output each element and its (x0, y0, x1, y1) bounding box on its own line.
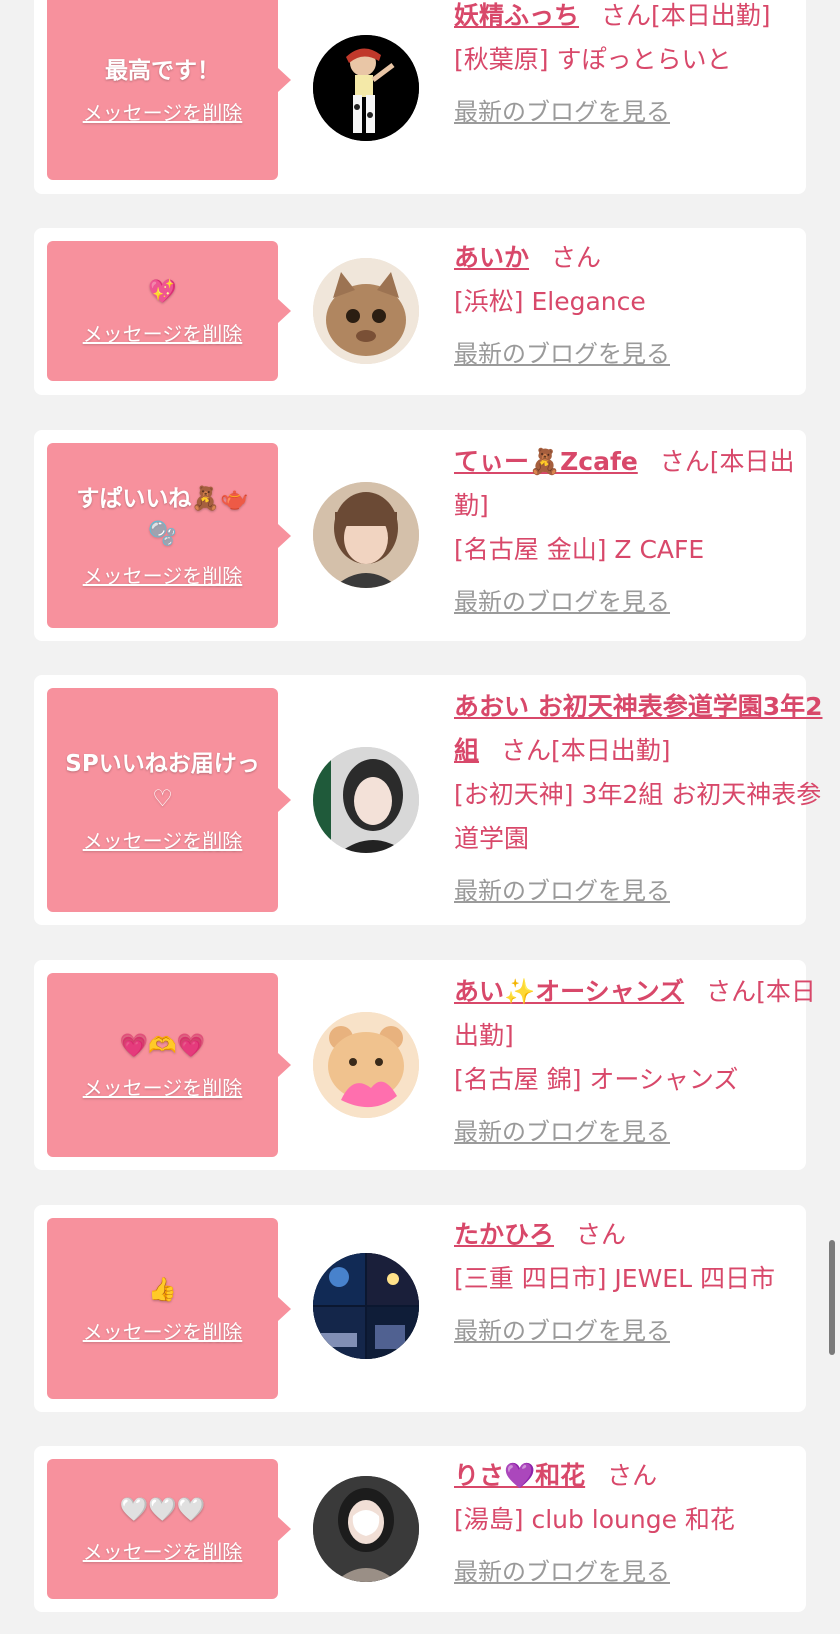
message-text: 💖 (148, 279, 177, 305)
delete-message-link[interactable]: メッセージを削除 (83, 1072, 243, 1101)
girl-name-link[interactable]: あい✨オーシャンズ (454, 977, 684, 1006)
message-text: 👍 (148, 1276, 177, 1303)
portrait-icon (313, 1476, 419, 1582)
message-bubble: すぱいいね🧸🫖🫧 メッセージを削除 (47, 443, 278, 628)
shop-info: [浜松] Elegance (454, 287, 646, 316)
girl-name-link[interactable]: りさ💜和花 (454, 1461, 585, 1490)
message-bubble: 👍 メッセージを削除 (47, 1218, 278, 1399)
like-card: すぱいいね🧸🫖🫧 メッセージを削除 てぃー🧸Zcafe さん[本日出勤] [名古屋… (34, 430, 806, 641)
night-city-icon (313, 1253, 419, 1359)
honorific: さん (601, 1, 652, 30)
message-text: 💗🫶💗 (119, 1033, 206, 1059)
honorific: さん (576, 1220, 627, 1249)
message-bubble: 最高です！ メッセージを削除 (47, 0, 278, 180)
latest-blog-link[interactable]: 最新のブログを見る (454, 332, 670, 376)
profile-info: たかひろ さん [三重 四日市] JEWEL 四日市 最新のブログを見る (454, 1213, 829, 1353)
message-bubble: SPいいねお届けっ♡ メッセージを削除 (47, 688, 278, 912)
message-bubble: 💖 メッセージを削除 (47, 241, 278, 381)
girl-name-link[interactable]: たかひろ (454, 1220, 554, 1249)
portrait-icon (313, 747, 419, 853)
latest-blog-link[interactable]: 最新のブログを見る (454, 869, 670, 913)
like-card: 👍 メッセージを削除 たかひろ さん [三重 四日市] JEWEL 四日市 最新の… (34, 1205, 806, 1412)
like-card: SPいいねお届けっ♡ メッセージを削除 あおい お初天神表参道学園3年2組 さん[… (34, 675, 823, 925)
honorific: さん (607, 1461, 658, 1490)
bear-icon (313, 1012, 419, 1118)
latest-blog-link[interactable]: 最新のブログを見る (454, 90, 670, 134)
status-badge: [本日出勤] (651, 1, 771, 30)
delete-message-link[interactable]: メッセージを削除 (83, 1536, 243, 1565)
message-text: すぱいいね🧸🫖🫧 (76, 486, 249, 547)
like-card: 💗🫶💗 メッセージを削除 あい✨オーシャンズ さん[本日出勤] [名古屋 錦] オ… (34, 960, 816, 1170)
avatar[interactable] (313, 1012, 419, 1118)
latest-blog-link[interactable]: 最新のブログを見る (454, 1309, 670, 1353)
cat-face-icon (313, 258, 419, 364)
message-text: 最高です！ (105, 58, 220, 84)
profile-info: あいか さん [浜松] Elegance 最新のブログを見る (454, 236, 829, 376)
latest-blog-link[interactable]: 最新のブログを見る (454, 1110, 670, 1154)
honorific: さん (659, 447, 710, 476)
message-bubble: 💗🫶💗 メッセージを削除 (47, 973, 278, 1157)
scrollbar[interactable] (829, 1240, 835, 1355)
avatar[interactable] (313, 1476, 419, 1582)
girl-name-link[interactable]: 妖精ふっち (454, 1, 579, 30)
profile-info: てぃー🧸Zcafe さん[本日出勤] [名古屋 金山] Z CAFE 最新のブログ… (454, 440, 829, 624)
girl-name-link[interactable]: てぃー🧸Zcafe (454, 447, 638, 476)
cowgirl-figure-icon (313, 35, 419, 141)
delete-message-link[interactable]: メッセージを削除 (83, 825, 243, 854)
shop-info: [お初天神] 3年2組 お初天神表参道学園 (454, 780, 822, 853)
avatar[interactable] (313, 258, 419, 364)
message-text: SPいいねお届けっ♡ (65, 750, 260, 812)
avatar[interactable] (313, 747, 419, 853)
like-card: 最高です！ メッセージを削除 妖精ふっち さん[本日出勤] [秋葉原] すぽっとら… (34, 0, 806, 194)
shop-info: [名古屋 錦] オーシャンズ (454, 1065, 739, 1094)
honorific: さん (551, 243, 602, 272)
shop-info: [湯島] club lounge 和花 (454, 1505, 735, 1534)
delete-message-link[interactable]: メッセージを削除 (83, 318, 243, 347)
shop-info: [三重 四日市] JEWEL 四日市 (454, 1264, 775, 1293)
girl-name-link[interactable]: あいか (454, 243, 529, 272)
shop-info: [名古屋 金山] Z CAFE (454, 535, 705, 564)
message-text: 🤍🤍🤍 (119, 1497, 206, 1523)
honorific: さん (501, 736, 552, 765)
delete-message-link[interactable]: メッセージを削除 (83, 1316, 243, 1345)
honorific: さん (706, 977, 757, 1006)
delete-message-link[interactable]: メッセージを削除 (83, 97, 243, 126)
latest-blog-link[interactable]: 最新のブログを見る (454, 1550, 670, 1594)
profile-info: あい✨オーシャンズ さん[本日出勤] [名古屋 錦] オーシャンズ 最新のブログを… (454, 970, 829, 1154)
avatar[interactable] (313, 482, 419, 588)
profile-info: りさ💜和花 さん [湯島] club lounge 和花 最新のブログを見る (454, 1454, 829, 1594)
message-bubble: 🤍🤍🤍 メッセージを削除 (47, 1459, 278, 1599)
like-card: 💖 メッセージを削除 あいか さん [浜松] Elegance 最新のブログを見る (34, 228, 806, 395)
avatar[interactable] (313, 35, 419, 141)
profile-info: あおい お初天神表参道学園3年2組 さん[本日出勤] [お初天神] 3年2組 お初… (454, 685, 829, 913)
avatar[interactable] (313, 1253, 419, 1359)
status-badge: [本日出勤] (551, 736, 671, 765)
portrait-icon (313, 482, 419, 588)
profile-info: 妖精ふっち さん[本日出勤] [秋葉原] すぽっとらいと 最新のブログを見る (454, 0, 829, 134)
shop-info: [秋葉原] すぽっとらいと (454, 45, 732, 74)
latest-blog-link[interactable]: 最新のブログを見る (454, 580, 670, 624)
like-card: 🤍🤍🤍 メッセージを削除 りさ💜和花 さん [湯島] club lounge 和花… (34, 1446, 806, 1612)
delete-message-link[interactable]: メッセージを削除 (83, 560, 243, 589)
